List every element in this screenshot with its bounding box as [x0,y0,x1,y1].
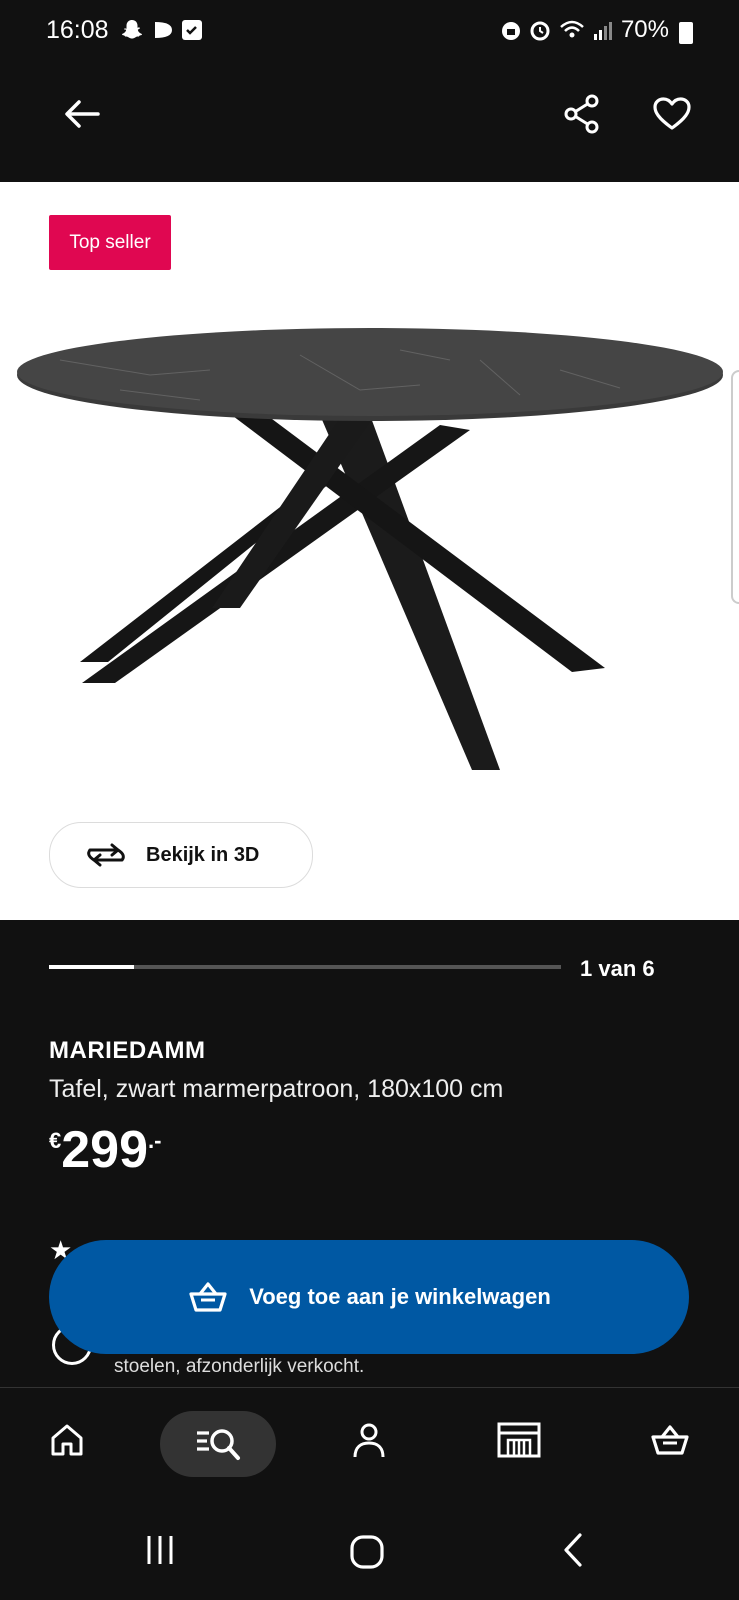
checkbox-notification-icon [182,20,202,40]
account-icon [353,1423,385,1458]
battery-percentage: 70% [620,16,669,43]
system-back-icon [564,1533,582,1567]
image-counter: 1 van 6 [580,956,655,981]
store-icon [497,1422,541,1458]
product-note: stoelen, afzonderlijk verkocht. [114,1356,365,1377]
basket-icon [189,1282,227,1312]
rotate-3d-icon [87,843,125,867]
product-price: € 299 .- [49,1120,161,1180]
notification-icons [120,18,204,42]
back-arrow-icon [65,100,100,128]
heart-icon [653,97,691,130]
product-name: MARIEDAMM [49,1037,206,1064]
product-description: Tafel, zwart marmerpatroon, 180x100 cm [49,1075,504,1103]
price-amount: 299 [61,1121,149,1179]
view-in-3d-label: Bekijk in 3D [146,843,260,866]
wifi-icon [560,20,584,38]
product-image [17,328,723,770]
status-time: 16:08 [46,16,109,44]
price-suffix: .- [148,1128,162,1153]
view-in-3d-button[interactable]: Bekijk in 3D [49,822,313,888]
lock-icon [501,22,520,40]
system-home-button[interactable] [345,1530,389,1574]
system-back-button[interactable] [558,1530,588,1570]
nav-cart[interactable] [640,1410,700,1470]
search-icon [197,1429,240,1460]
recent-apps-button[interactable] [140,1530,180,1570]
battery-icon [679,22,693,44]
top-seller-badge: Top seller [49,215,171,270]
signal-icon [593,22,612,40]
price-currency: € [49,1128,62,1153]
favorite-button[interactable] [644,86,700,142]
nav-store[interactable] [489,1410,549,1470]
cart-icon [651,1425,689,1455]
nav-account[interactable] [339,1410,399,1470]
location-share-icon [155,22,172,38]
status-indicators: 70% [501,16,669,44]
top-app-bar [0,64,739,182]
alarm-icon [530,21,550,41]
add-to-cart-button[interactable]: Voeg toe aan je winkelwagen [49,1240,689,1354]
recent-apps-icon [147,1536,173,1564]
gallery-progress-fill [49,965,134,969]
nav-home[interactable] [37,1410,97,1470]
nav-search[interactable] [160,1411,276,1477]
share-button[interactable] [554,86,610,142]
home-icon [51,1424,83,1456]
share-icon [564,94,599,134]
add-to-cart-label: Voeg toe aan je winkelwagen [249,1284,551,1309]
snapchat-icon [122,20,142,39]
home-circle-icon [350,1535,384,1569]
back-button[interactable] [54,86,110,142]
